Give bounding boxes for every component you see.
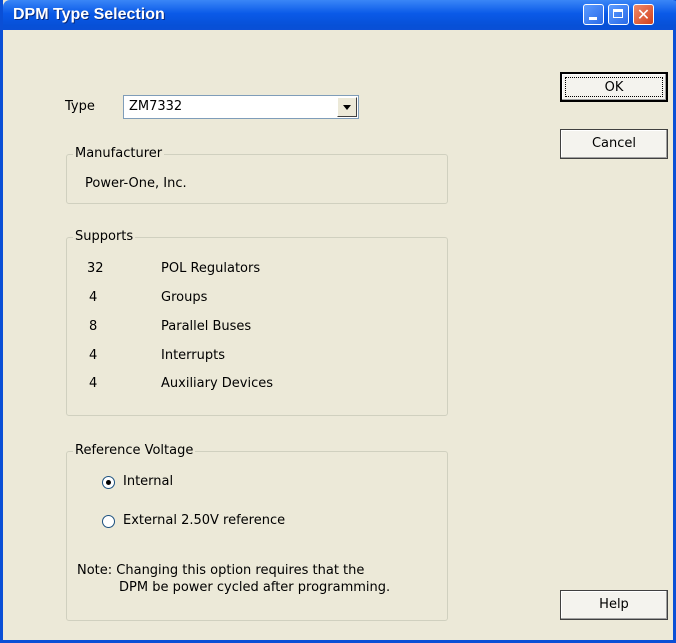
support-label: Auxiliary Devices bbox=[161, 376, 274, 391]
minimize-icon bbox=[589, 17, 597, 20]
reference-voltage-group-title: Reference Voltage bbox=[73, 443, 196, 458]
cancel-button[interactable]: Cancel bbox=[560, 129, 668, 159]
radio-external-label[interactable]: External 2.50V reference bbox=[123, 513, 285, 528]
support-label: Parallel Buses bbox=[161, 319, 252, 334]
help-button[interactable]: Help bbox=[560, 590, 668, 620]
support-count: 32 bbox=[87, 261, 104, 276]
help-button-label: Help bbox=[599, 597, 629, 612]
radio-internal-button[interactable] bbox=[102, 476, 115, 489]
note-text-line2: DPM be power cycled after programming. bbox=[119, 580, 391, 595]
radio-external-button[interactable] bbox=[102, 515, 115, 528]
note-text-line1: Note: Changing this option requires that… bbox=[77, 563, 365, 578]
support-count: 4 bbox=[89, 376, 98, 391]
supports-group-title: Supports bbox=[73, 229, 136, 244]
cancel-button-label: Cancel bbox=[591, 136, 637, 151]
radio-internal-label[interactable]: Internal bbox=[123, 474, 173, 489]
minimize-button[interactable] bbox=[583, 4, 604, 25]
support-label: Groups bbox=[161, 290, 208, 305]
title-bar[interactable]: DPM Type Selection ✕ bbox=[3, 0, 676, 30]
dialog-window: DPM Type Selection ✕ Type ZM7332 Manufac… bbox=[0, 0, 676, 643]
manufacturer-name: Power-One, Inc. bbox=[85, 176, 187, 191]
type-select[interactable]: ZM7332 bbox=[123, 95, 359, 119]
manufacturer-group: Manufacturer Power-One, Inc. bbox=[66, 146, 448, 204]
support-count: 4 bbox=[89, 290, 98, 305]
maximize-button[interactable] bbox=[608, 4, 629, 25]
close-icon: ✕ bbox=[636, 5, 651, 24]
type-label: Type bbox=[65, 99, 95, 114]
manufacturer-group-title: Manufacturer bbox=[73, 146, 165, 161]
close-button[interactable]: ✕ bbox=[633, 4, 654, 25]
reference-voltage-group: Reference Voltage Internal External 2.50… bbox=[66, 443, 448, 621]
supports-group: Supports 32 POL Regulators 4 Groups 8 Pa… bbox=[66, 229, 448, 416]
ok-button[interactable]: OK bbox=[560, 72, 668, 102]
focus-rectangle bbox=[565, 77, 663, 97]
maximize-icon bbox=[613, 9, 623, 18]
type-select-value: ZM7332 bbox=[129, 99, 183, 114]
window-title: DPM Type Selection bbox=[13, 6, 165, 23]
support-count: 4 bbox=[89, 348, 98, 363]
chevron-down-icon[interactable] bbox=[337, 97, 357, 117]
support-label: Interrupts bbox=[161, 348, 225, 363]
support-count: 8 bbox=[89, 319, 98, 334]
support-label: POL Regulators bbox=[161, 261, 261, 276]
